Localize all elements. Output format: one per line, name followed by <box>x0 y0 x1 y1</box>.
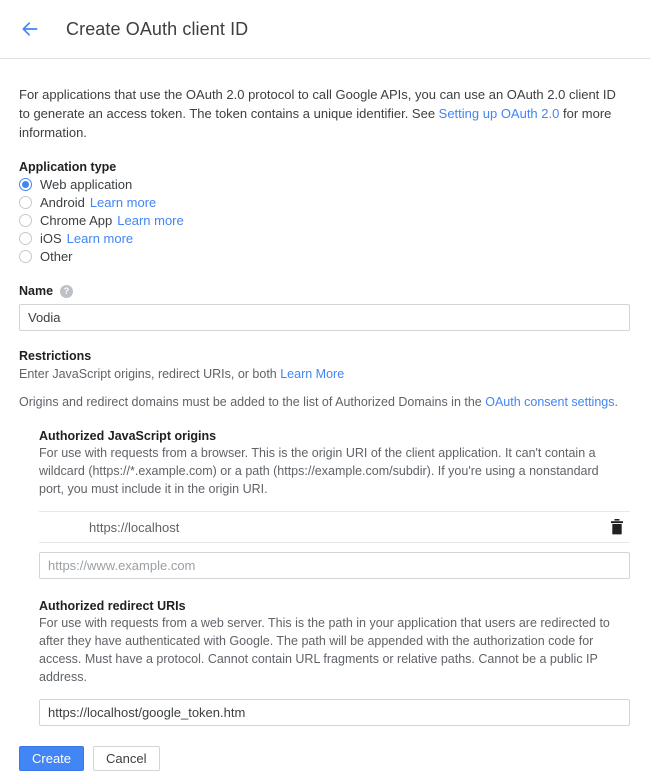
create-button[interactable]: Create <box>19 746 85 771</box>
back-button[interactable] <box>16 15 44 43</box>
restrictions-subtext-label: Enter JavaScript origins, redirect URIs,… <box>19 367 281 381</box>
restrictions-subtext: Enter JavaScript origins, redirect URIs,… <box>19 365 630 383</box>
javascript-origin-value: https://localhost <box>89 519 180 535</box>
help-circle-icon[interactable]: ? <box>60 284 74 298</box>
radio-option-web-application[interactable]: Web application <box>19 176 630 192</box>
trash-icon <box>610 519 624 535</box>
radio-indicator[interactable] <box>19 231 32 245</box>
name-field-block: Name ? <box>19 284 630 331</box>
android-learn-more-link[interactable]: Learn more <box>90 195 156 210</box>
restrictions-learn-more-link[interactable]: Learn More <box>280 367 344 381</box>
radio-label: Other <box>40 248 73 264</box>
delete-origin-button[interactable] <box>606 516 628 538</box>
chrome-app-learn-more-link[interactable]: Learn more <box>117 213 183 228</box>
javascript-origin-row: https://localhost <box>39 511 630 543</box>
radio-option-chrome-app[interactable]: Chrome App Learn more <box>19 212 630 228</box>
restrictions-note-suffix: . <box>614 395 618 409</box>
setting-up-oauth-link[interactable]: Setting up OAuth 2.0 <box>439 106 560 121</box>
restrictions-title: Restrictions <box>19 349 92 363</box>
redirect-uris-block: Authorized redirect URIs For use with re… <box>39 599 630 726</box>
radio-option-android[interactable]: Android Learn more <box>19 194 630 210</box>
javascript-origins-description: For use with requests from a browser. Th… <box>39 446 599 496</box>
arrow-left-icon <box>20 19 40 39</box>
radio-indicator[interactable] <box>19 213 32 227</box>
cancel-button[interactable]: Cancel <box>93 746 160 771</box>
oauth-consent-settings-link[interactable]: OAuth consent settings <box>485 395 614 409</box>
page-header: Create OAuth client ID <box>0 0 650 58</box>
redirect-uri-input-wrap <box>39 699 630 726</box>
radio-indicator[interactable] <box>19 177 32 191</box>
ios-learn-more-link[interactable]: Learn more <box>67 231 133 246</box>
javascript-origins-title: Authorized JavaScript origins <box>39 429 217 443</box>
name-input[interactable] <box>19 304 630 331</box>
radio-option-other[interactable]: Other <box>19 248 630 264</box>
application-type-group: Application type Web application Android… <box>19 160 630 264</box>
radio-indicator[interactable] <box>19 249 32 263</box>
radio-label: Web application <box>40 176 133 192</box>
redirect-uris-title: Authorized redirect URIs <box>39 599 186 613</box>
javascript-origins-block: Authorized JavaScript origins For use wi… <box>39 429 630 579</box>
radio-label: iOS <box>40 230 62 246</box>
radio-option-ios[interactable]: iOS Learn more <box>19 230 630 246</box>
page-title: Create OAuth client ID <box>66 18 249 39</box>
radio-indicator[interactable] <box>19 195 32 209</box>
radio-label: Android <box>40 194 85 210</box>
restrictions-block: Restrictions Enter JavaScript origins, r… <box>19 349 630 411</box>
new-origin-input[interactable] <box>39 552 630 579</box>
name-label-row: Name ? <box>19 284 630 298</box>
application-type-label: Application type <box>19 160 117 174</box>
intro-paragraph: For applications that use the OAuth 2.0 … <box>19 85 619 142</box>
new-origin-input-wrap <box>39 552 630 579</box>
radio-label: Chrome App <box>40 212 113 228</box>
restrictions-note-label: Origins and redirect domains must be add… <box>19 395 486 409</box>
name-label: Name <box>19 284 54 298</box>
form-content: For applications that use the OAuth 2.0 … <box>0 59 650 771</box>
redirect-uri-input[interactable] <box>39 699 630 726</box>
form-action-bar: Create Cancel <box>19 746 630 771</box>
redirect-uris-description: For use with requests from a web server.… <box>39 616 610 684</box>
restrictions-note: Origins and redirect domains must be add… <box>19 393 630 411</box>
